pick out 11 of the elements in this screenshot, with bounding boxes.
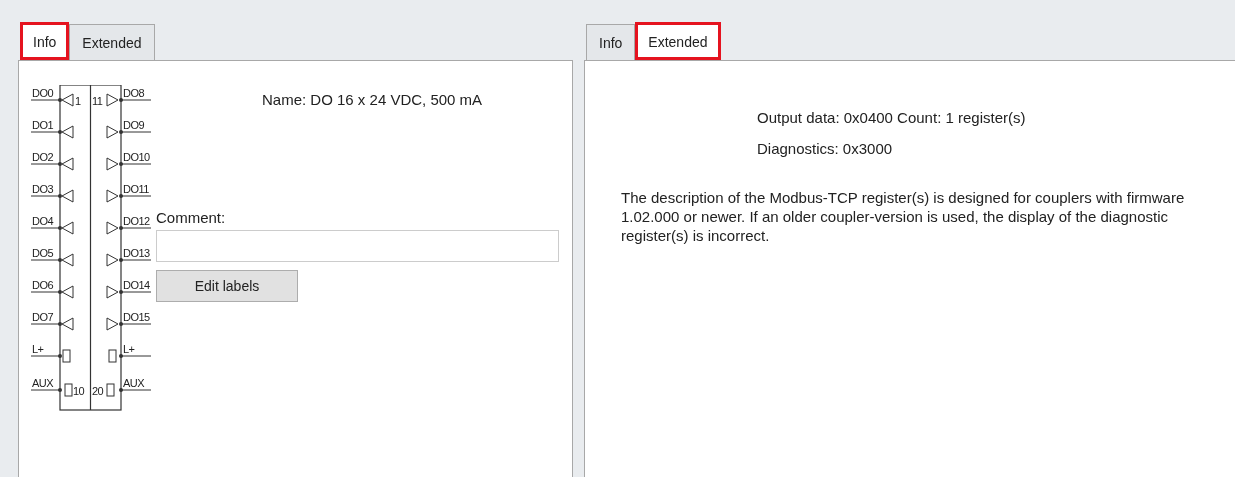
- module-name: Name: DO 16 x 24 VDC, 500 mA: [262, 91, 483, 108]
- description-text: The description of the Modbus-TCP register(s) is designed for couplers with firmware 1.02.000 or newer. If an older coupler-version is used, the display of the diagnostic register(s) is incorrect.: [621, 188, 1186, 245]
- tab[interactable]: Extended: [635, 22, 721, 60]
- comment-field[interactable]: [156, 230, 559, 262]
- edit-labels-button[interactable]: Edit labels: [156, 270, 298, 302]
- tab[interactable]: Info: [586, 24, 636, 60]
- tab[interactable]: Extended: [69, 24, 155, 60]
- output-data-text: Output data: 0x0400 Count: 1 register(s): [757, 109, 1027, 126]
- tab[interactable]: Info: [20, 22, 70, 60]
- comment-label: Comment:: [156, 209, 226, 226]
- diagnostics-text: Diagnostics: 0x3000: [757, 140, 894, 157]
